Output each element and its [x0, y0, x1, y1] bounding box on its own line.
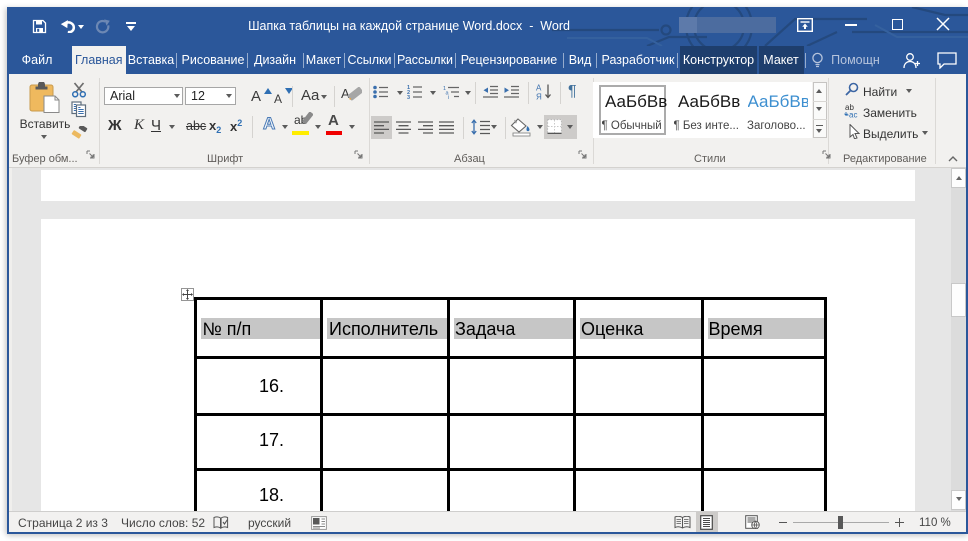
svg-text:А: А [536, 84, 542, 93]
svg-text:3: 3 [407, 95, 410, 99]
svg-text:i: i [448, 95, 449, 99]
svg-text:Я: Я [536, 93, 542, 101]
svg-text:ac: ac [849, 111, 857, 119]
